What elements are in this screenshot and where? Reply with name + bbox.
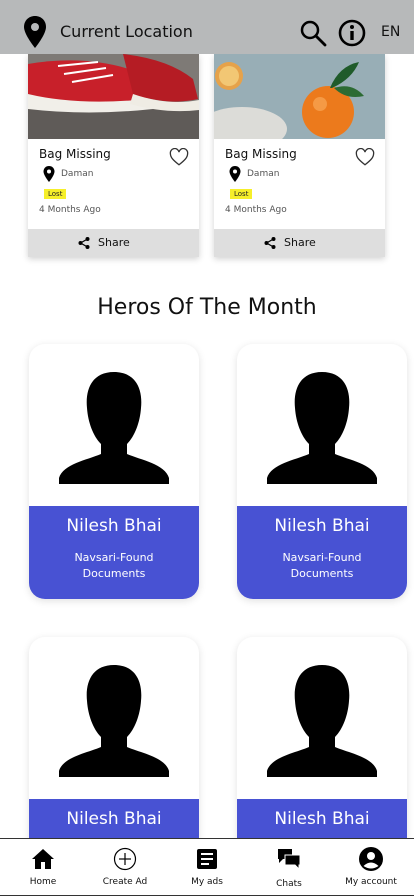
hero-name: Nilesh Bhai	[274, 516, 370, 536]
nav-label: Chats	[276, 879, 302, 889]
account-icon	[359, 847, 383, 871]
share-button[interactable]: Share	[214, 229, 385, 257]
share-button[interactable]: Share	[28, 229, 199, 257]
hero-card[interactable]: Nilesh Bhai Navsari-Found Documents	[237, 344, 407, 599]
location-pin-icon[interactable]	[23, 16, 47, 48]
ad-location: Daman	[61, 169, 94, 179]
chat-icon	[278, 849, 301, 871]
ad-title: Bag Missing	[225, 147, 297, 161]
hero-card[interactable]: Nilesh Bhai Navsari-Found Documents	[29, 344, 199, 599]
nav-label: Create Ad	[102, 877, 148, 887]
location-pin-icon	[43, 166, 55, 182]
ad-card[interactable]: Bag Missing Daman Lost 4 Months Ago Shar…	[28, 54, 199, 257]
hero-info-band: Nilesh Bhai Navsari-Found Documents	[29, 506, 199, 599]
search-icon[interactable]	[299, 19, 327, 47]
hero-info-band: Nilesh Bhai Navsari-Found Documents	[237, 506, 407, 599]
hero-name: Nilesh Bhai	[274, 809, 370, 829]
status-badge: Lost	[230, 189, 253, 199]
person-silhouette-icon	[59, 665, 169, 777]
plus-circle-icon	[113, 847, 137, 871]
current-location-label[interactable]: Current Location	[60, 22, 193, 41]
language-selector[interactable]: EN	[381, 24, 400, 40]
nav-label: Home	[29, 877, 57, 887]
top-bar: Current Location EN	[0, 0, 414, 54]
ad-image-orange[interactable]	[214, 54, 385, 139]
favorite-heart-icon[interactable]	[169, 148, 189, 166]
nav-label: My account	[345, 877, 397, 887]
nav-item-chats[interactable]: Chats	[248, 839, 330, 896]
hero-name: Nilesh Bhai	[66, 809, 162, 829]
section-title: Heros Of The Month	[97, 295, 317, 320]
info-icon[interactable]	[338, 19, 366, 47]
status-badge: Lost	[44, 189, 67, 199]
favorite-heart-icon[interactable]	[355, 148, 375, 166]
person-silhouette-icon	[59, 372, 169, 484]
share-icon	[264, 237, 276, 249]
nav-item-create-ad[interactable]: Create Ad	[84, 839, 166, 896]
person-silhouette-icon	[267, 372, 377, 484]
nav-item-home[interactable]: Home	[2, 839, 84, 896]
document-icon	[197, 849, 217, 869]
ad-timestamp: 4 Months Ago	[39, 205, 101, 215]
hero-description: Navsari-Found Documents	[282, 551, 362, 580]
person-silhouette-icon	[267, 665, 377, 777]
share-label: Share	[284, 236, 316, 249]
location-pin-icon	[229, 166, 241, 182]
nav-item-my-account[interactable]: My account	[330, 839, 412, 896]
ad-image-sneakers[interactable]	[28, 54, 199, 139]
nav-item-my-ads[interactable]: My ads	[166, 839, 248, 896]
ad-timestamp: 4 Months Ago	[225, 205, 287, 215]
home-icon	[32, 849, 54, 869]
hero-name: Nilesh Bhai	[66, 516, 162, 536]
share-icon	[78, 237, 90, 249]
ad-card[interactable]: Bag Missing Daman Lost 4 Months Ago Shar…	[214, 54, 385, 257]
hero-description: Navsari-Found Documents	[74, 551, 154, 580]
ad-location: Daman	[247, 169, 280, 179]
bottom-navigation: Home Create Ad My ads Chats My account	[0, 838, 414, 896]
share-label: Share	[98, 236, 130, 249]
ad-title: Bag Missing	[39, 147, 111, 161]
nav-label: My ads	[191, 877, 223, 887]
